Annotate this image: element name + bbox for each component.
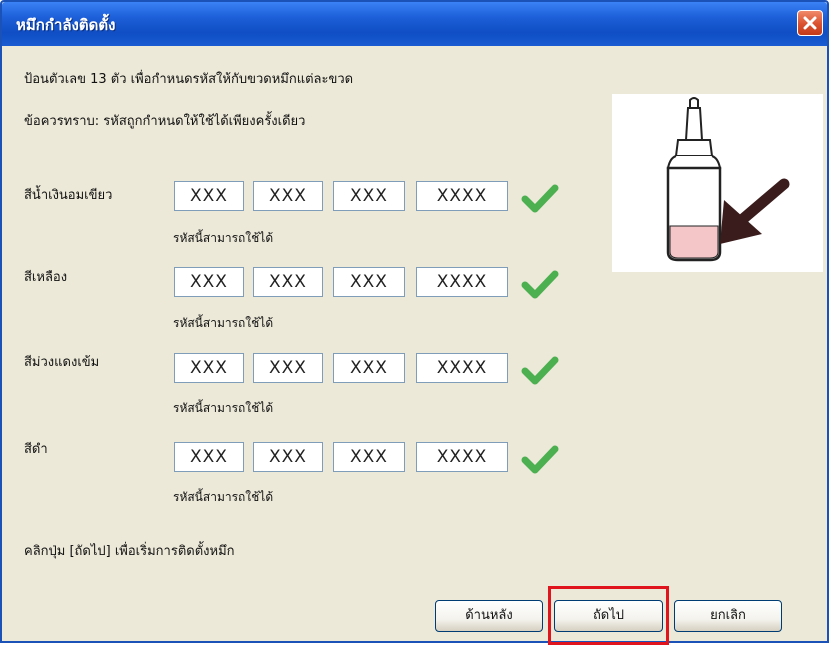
status-text-cyan: รหัสนี้สามารถใช้ได้ bbox=[173, 231, 274, 245]
check-icon bbox=[521, 184, 559, 213]
code-field-cyan-4[interactable]: XXXX bbox=[416, 181, 508, 211]
code-field-black-2[interactable]: XXX bbox=[253, 442, 323, 472]
next-button[interactable]: ถัดไป bbox=[554, 600, 663, 632]
instruction-note: ข้อควรทราบ: รหัสถูกกำหนดให้ใช้ได้เพียงคร… bbox=[24, 114, 306, 129]
close-icon bbox=[803, 16, 817, 30]
ink-label-yellow: สีเหลือง bbox=[24, 270, 68, 285]
cancel-button[interactable]: ยกเลิก bbox=[674, 600, 782, 632]
ink-bottle-image bbox=[612, 94, 823, 272]
code-field-yellow-2[interactable]: XXX bbox=[253, 267, 323, 297]
code-field-cyan-3[interactable]: XXX bbox=[333, 181, 405, 211]
code-field-yellow-4[interactable]: XXXX bbox=[416, 267, 508, 297]
code-field-yellow-1[interactable]: XXX bbox=[174, 267, 244, 297]
code-field-magenta-1[interactable]: XXX bbox=[174, 353, 244, 383]
ink-bottle-illustration bbox=[666, 97, 790, 262]
status-text-yellow: รหัสนี้สามารถใช้ได้ bbox=[173, 316, 274, 330]
code-field-black-3[interactable]: XXX bbox=[333, 442, 405, 472]
status-text-black: รหัสนี้สามารถใช้ได้ bbox=[173, 490, 274, 504]
code-field-yellow-3[interactable]: XXX bbox=[333, 267, 405, 297]
check-icon bbox=[521, 356, 559, 385]
title-bar[interactable]: หมึกกำลังติดตั้ง bbox=[2, 2, 827, 46]
footer-hint: คลิกปุ่ม [ถัดไป] เพื่อเริ่มการติดตั้งหมึ… bbox=[24, 544, 235, 559]
close-button[interactable] bbox=[797, 10, 823, 36]
dialog-window: หมึกกำลังติดตั้ง ป้อนตัวเลข 13 ตัว เพื่อ… bbox=[0, 0, 829, 645]
code-field-cyan-1[interactable]: XXX bbox=[174, 181, 244, 211]
status-text-magenta: รหัสนี้สามารถใช้ได้ bbox=[173, 401, 274, 415]
dialog-content: ป้อนตัวเลข 13 ตัว เพื่อกำหนดรหัสให้กับขว… bbox=[4, 46, 825, 645]
code-field-black-4[interactable]: XXXX bbox=[416, 442, 508, 472]
ink-label-cyan: สีน้ำเงินอมเขียว bbox=[24, 188, 113, 203]
ink-label-black: สีดำ bbox=[24, 442, 48, 457]
instruction-line-1: ป้อนตัวเลข 13 ตัว เพื่อกำหนดรหัสให้กับขว… bbox=[24, 72, 354, 87]
back-button[interactable]: ด้านหลัง bbox=[435, 600, 543, 632]
code-field-magenta-4[interactable]: XXXX bbox=[416, 353, 508, 383]
ink-label-magenta: สีม่วงแดงเข้ม bbox=[24, 355, 100, 370]
code-field-black-1[interactable]: XXX bbox=[174, 442, 244, 472]
check-icon bbox=[521, 270, 559, 299]
window-title: หมึกกำลังติดตั้ง bbox=[16, 16, 116, 34]
check-icon bbox=[521, 445, 559, 474]
code-field-cyan-2[interactable]: XXX bbox=[253, 181, 323, 211]
code-field-magenta-2[interactable]: XXX bbox=[253, 353, 323, 383]
code-field-magenta-3[interactable]: XXX bbox=[333, 353, 405, 383]
